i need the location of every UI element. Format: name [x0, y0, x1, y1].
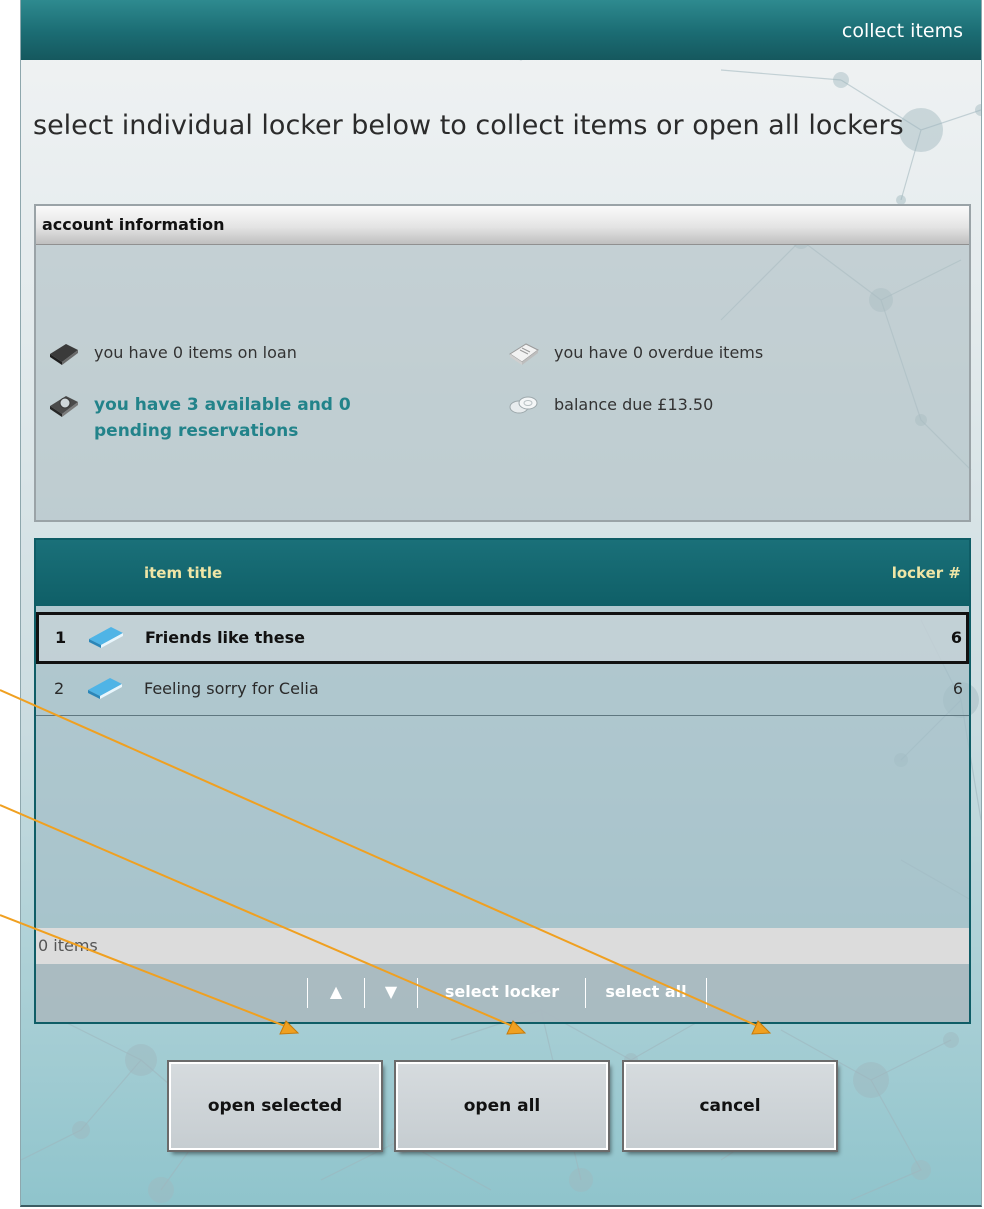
open-all-button[interactable]: open all [394, 1060, 610, 1152]
item-count-status: 0 items [36, 928, 969, 964]
instruction-text: select individual locker below to collec… [33, 110, 904, 141]
window-title: collect items [841, 20, 963, 42]
toolbar-separator [307, 978, 308, 1008]
arrow-up-icon: ▲ [329, 982, 343, 1001]
items-table-header: item title locker # [36, 540, 969, 606]
reservations-text: you have 3 available and 0 pending reser… [94, 395, 351, 441]
account-information-header: account information [36, 206, 969, 245]
toolbar-separator [417, 978, 418, 1008]
overdue-text: you have 0 overdue items [554, 343, 764, 362]
toolbar-separator [364, 978, 365, 1008]
items-list-panel: item title locker # 1 Friends like these… [34, 538, 971, 1024]
reservation-book-icon [50, 396, 78, 417]
overdue-info: you have 0 overdue items [508, 340, 763, 366]
account-information-panel: account information you have 0 items on … [34, 204, 971, 522]
arrow-down-icon: ▼ [384, 982, 398, 1001]
locker-number: 6 [952, 679, 963, 698]
locker-number: 6 [950, 628, 962, 647]
item-title: Friends like these [145, 628, 305, 647]
select-locker-button[interactable]: select locker [422, 974, 582, 1010]
title-bar: collect items [21, 0, 981, 60]
cancel-button[interactable]: cancel [622, 1060, 838, 1152]
coins-icon [509, 396, 538, 414]
table-row[interactable]: 2 Feeling sorry for Celia 6 [36, 664, 969, 716]
row-number: 2 [54, 679, 65, 698]
open-selected-button[interactable]: open selected [167, 1060, 383, 1152]
kiosk-screen: collect items select individual locker b… [20, 0, 982, 1207]
dark-book-icon [50, 344, 78, 365]
loans-info: you have 0 items on loan [48, 340, 297, 366]
row-number: 1 [55, 628, 67, 647]
column-header-item-title[interactable]: item title [144, 564, 222, 582]
loans-text: you have 0 items on loan [94, 343, 297, 362]
balance-info: balance due £13.50 [508, 392, 713, 418]
item-title: Feeling sorry for Celia [144, 679, 319, 698]
overdue-book-icon [509, 343, 539, 365]
scroll-down-button[interactable]: ▼ [368, 974, 414, 1010]
scroll-up-button[interactable]: ▲ [312, 974, 360, 1010]
column-header-locker-number[interactable]: locker # [892, 564, 961, 582]
reservations-info[interactable]: you have 3 available and 0 pending reser… [48, 392, 378, 444]
table-row[interactable]: 1 Friends like these 6 [36, 612, 969, 664]
blue-book-icon [88, 678, 122, 699]
toolbar-separator [585, 978, 586, 1008]
list-toolbar: ▲ ▼ select locker select all [36, 964, 969, 1022]
toolbar-separator [706, 978, 707, 1008]
balance-text: balance due £13.50 [554, 395, 714, 414]
blue-book-icon [89, 627, 123, 648]
select-all-button[interactable]: select all [589, 974, 703, 1010]
item-count-text: 0 items [38, 936, 98, 955]
